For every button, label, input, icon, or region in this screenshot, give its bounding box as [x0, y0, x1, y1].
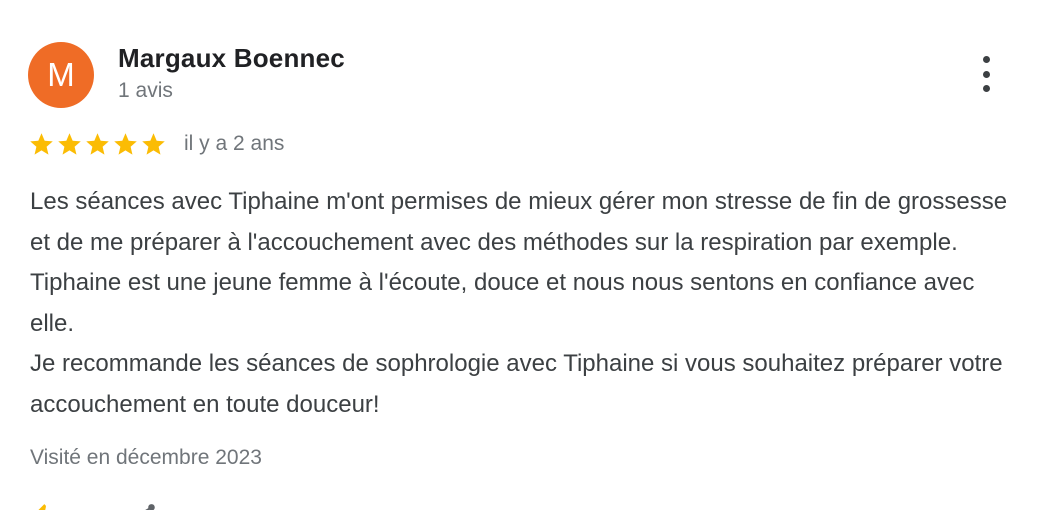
rating-row: il y a 2 ans: [28, 128, 284, 160]
review-paragraph: Je recommande les séances de sophrologie…: [30, 350, 1003, 418]
more-options-button[interactable]: [968, 52, 1004, 96]
star-rating: [28, 131, 168, 158]
visit-date: Visité en décembre 2023: [30, 446, 262, 469]
star-icon: [114, 132, 137, 155]
star-icon: [142, 132, 165, 155]
star-icon: [58, 132, 81, 155]
thumbs-up-icon[interactable]: [30, 502, 56, 510]
review-actions: [30, 496, 230, 510]
review-date: il y a 2 ans: [184, 132, 285, 155]
star-icon: [30, 132, 53, 155]
review-card: M Margaux Boennec 1 avis il y a 2 ans Le…: [0, 0, 1037, 510]
review-text: Les séances avec Tiphaine m'ont permises…: [30, 182, 1020, 425]
author-review-count[interactable]: 1 avis: [118, 79, 173, 103]
avatar[interactable]: M: [28, 42, 94, 108]
share-icon[interactable]: [132, 502, 158, 510]
author-name[interactable]: Margaux Boennec: [118, 43, 345, 74]
star-icon: [86, 132, 109, 155]
review-paragraph: Les séances avec Tiphaine m'ont permises…: [30, 188, 1008, 337]
